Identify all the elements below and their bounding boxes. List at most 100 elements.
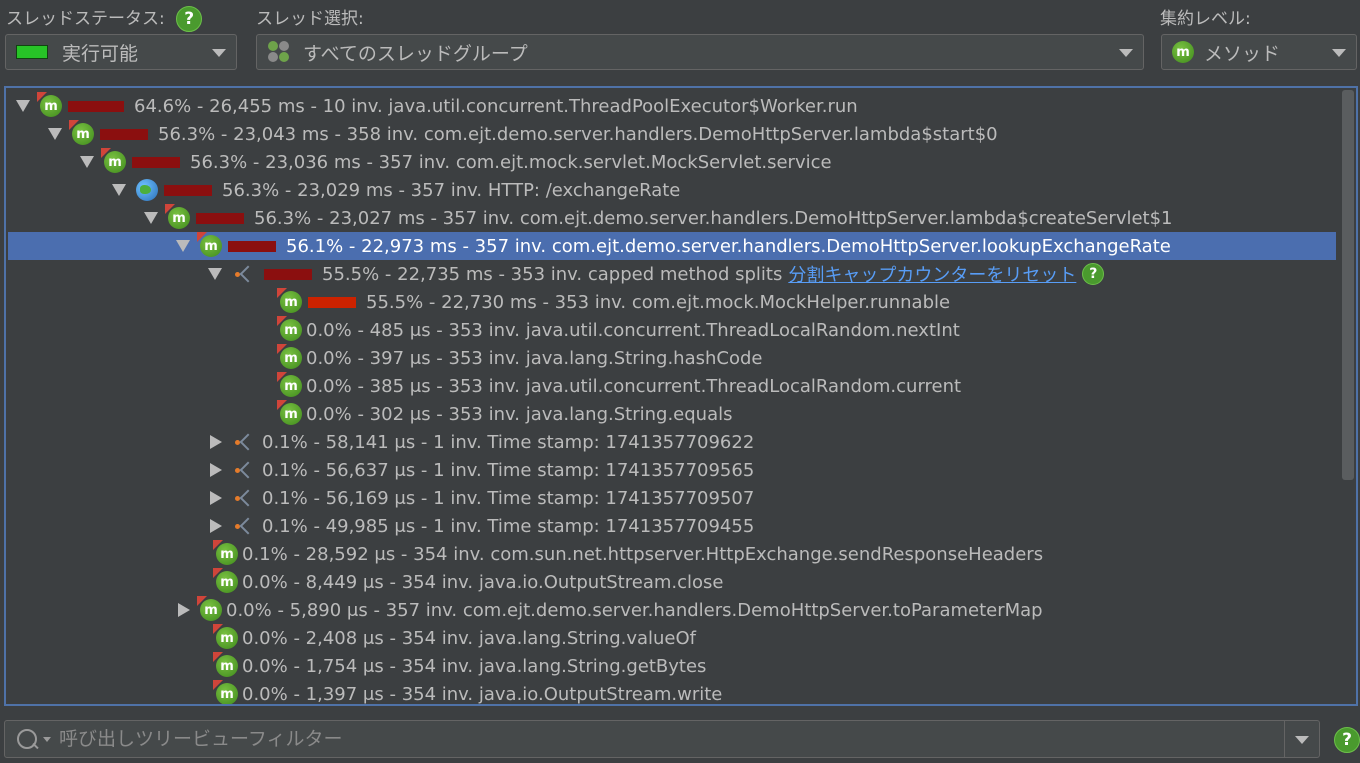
tree-row[interactable]: m 0.0% - 485 μs - 353 inv. java.util.conc…	[8, 316, 1336, 344]
split-icon	[232, 265, 258, 283]
tree-row[interactable]: m 64.6% - 26,455 ms - 10 inv. java.util.c…	[8, 92, 1336, 120]
tree-row-text: 0.0% - 8,449 μs - 354 inv. java.io.Outpu…	[242, 571, 724, 593]
tree-row[interactable]: m 56.3% - 23,036 ms - 357 inv. com.ejt.mo…	[8, 148, 1336, 176]
percentage-bar	[164, 184, 212, 196]
aggregation-value: メソッド	[1204, 42, 1281, 65]
collapse-toggle-icon[interactable]	[112, 184, 126, 196]
tree-row[interactable]: 55.5% - 22,735 ms - 353 inv. capped meth…	[8, 260, 1336, 288]
tree-row-text: 0.1% - 56,637 μs - 1 inv. Time stamp: 17…	[262, 459, 755, 481]
tree-row[interactable]: 0.1% - 56,637 μs - 1 inv. Time stamp: 17…	[8, 456, 1336, 484]
tree-row-text: 56.3% - 23,027 ms - 357 inv. com.ejt.dem…	[254, 207, 1173, 229]
tree-row[interactable]: m 0.0% - 1,754 μs - 354 inv. java.lang.St…	[8, 652, 1336, 680]
thread-select-combo[interactable]: すべてのスレッドグループ	[256, 34, 1144, 70]
thread-status-label-text: スレッドステータス:	[6, 9, 165, 29]
thread-select-value: すべてのスレッドグループ	[303, 42, 528, 65]
filter-input[interactable]	[57, 727, 1284, 751]
tree-row[interactable]: m 0.0% - 302 μs - 353 inv. java.lang.Stri…	[8, 400, 1336, 428]
tree-row-text: 0.0% - 1,754 μs - 354 inv. java.lang.Str…	[242, 655, 707, 677]
method-icon: m	[101, 148, 126, 173]
thread-status-combo[interactable]: 実行可能	[5, 34, 237, 70]
tree-row-text: 0.1% - 28,592 μs - 354 inv. com.sun.net.…	[242, 543, 1044, 565]
tree-filter	[4, 720, 1320, 758]
method-icon: m	[37, 92, 62, 117]
tree-row[interactable]: 56.3% - 23,029 ms - 357 inv. HTTP: /exch…	[8, 176, 1336, 204]
tree-row[interactable]: 0.1% - 58,141 μs - 1 inv. Time stamp: 17…	[8, 428, 1336, 456]
tree-row[interactable]: m 0.0% - 397 μs - 353 inv. java.lang.Stri…	[8, 344, 1336, 372]
help-icon[interactable]: ?	[1082, 263, 1105, 285]
collapse-toggle-icon[interactable]	[16, 100, 30, 112]
percentage-bar	[228, 240, 276, 252]
tree-row[interactable]: 0.1% - 49,985 μs - 1 inv. Time stamp: 17…	[8, 512, 1336, 540]
reset-split-cap-link[interactable]: 分割キャップカウンターをリセット	[788, 261, 1076, 287]
help-icon[interactable]: ?	[176, 6, 203, 32]
filter-history-button[interactable]	[1284, 721, 1319, 757]
tree-row-text: 64.6% - 26,455 ms - 10 inv. java.util.co…	[134, 95, 858, 117]
tree-row-text: 0.0% - 385 μs - 353 inv. java.util.concu…	[306, 375, 962, 397]
method-icon: m	[1172, 41, 1194, 63]
percentage-bar	[132, 156, 180, 168]
tree-row-text: 0.0% - 2,408 μs - 354 inv. java.lang.Str…	[242, 627, 697, 649]
tree-row[interactable]: m 56.3% - 23,043 ms - 358 inv. com.ejt.de…	[8, 120, 1336, 148]
split-icon	[232, 433, 258, 451]
method-icon: m	[213, 624, 238, 649]
thread-status-label: スレッドステータス: ?	[6, 4, 203, 32]
expand-toggle-icon[interactable]	[210, 435, 222, 449]
expand-toggle-icon[interactable]	[210, 491, 222, 505]
percentage-bar	[196, 212, 244, 224]
method-icon: m	[277, 344, 302, 369]
tree-row-text: 0.0% - 1,397 μs - 354 inv. java.io.Outpu…	[242, 683, 723, 705]
expand-toggle-icon[interactable]	[210, 519, 222, 533]
tree-row[interactable]: m 0.0% - 2,408 μs - 354 inv. java.lang.St…	[8, 624, 1336, 652]
globe-icon	[136, 179, 158, 201]
help-icon[interactable]: ?	[1334, 727, 1360, 753]
thread-group-icon	[267, 40, 291, 64]
chevron-down-icon[interactable]	[43, 736, 51, 742]
tree-row[interactable]: m 55.5% - 22,730 ms - 353 inv. com.ejt.mo…	[8, 288, 1336, 316]
tree-row[interactable]: 0.1% - 56,169 μs - 1 inv. Time stamp: 17…	[8, 484, 1336, 512]
aggregation-combo[interactable]: m メソッド	[1161, 34, 1357, 70]
tree-row[interactable]: m 0.0% - 8,449 μs - 354 inv. java.io.Outp…	[8, 568, 1336, 596]
percentage-bar	[308, 296, 356, 308]
expand-toggle-icon[interactable]	[178, 603, 190, 617]
tree-row[interactable]: m 0.0% - 5,890 μs - 357 inv. com.ejt.demo…	[8, 596, 1336, 624]
tree-row-text: 0.0% - 302 μs - 353 inv. java.lang.Strin…	[306, 403, 733, 425]
call-tree[interactable]: m 64.6% - 26,455 ms - 10 inv. java.util.c…	[4, 86, 1358, 706]
split-icon	[232, 517, 258, 535]
split-icon	[232, 489, 258, 507]
search-icon[interactable]	[17, 729, 37, 749]
chevron-down-icon	[212, 49, 226, 57]
tree-row-text: 56.3% - 23,036 ms - 357 inv. com.ejt.moc…	[190, 151, 832, 173]
method-icon: m	[197, 596, 222, 621]
aggregation-label: 集約レベル:	[1160, 9, 1251, 29]
method-icon: m	[213, 652, 238, 677]
collapse-toggle-icon[interactable]	[80, 156, 94, 168]
tree-row[interactable]: m 56.1% - 22,973 ms - 357 inv. com.ejt.de…	[8, 232, 1336, 260]
method-icon: m	[213, 540, 238, 565]
collapse-toggle-icon[interactable]	[176, 240, 190, 252]
collapse-toggle-icon[interactable]	[208, 268, 222, 280]
tree-row[interactable]: m 0.0% - 385 μs - 353 inv. java.util.conc…	[8, 372, 1336, 400]
tree-row[interactable]: m 0.0% - 1,397 μs - 354 inv. java.io.Outp…	[8, 680, 1336, 705]
tree-row[interactable]: m 0.1% - 28,592 μs - 354 inv. com.sun.net…	[8, 540, 1336, 568]
vertical-scrollbar[interactable]	[1342, 90, 1354, 480]
method-icon: m	[197, 232, 222, 257]
method-icon: m	[165, 204, 190, 229]
collapse-toggle-icon[interactable]	[144, 212, 158, 224]
method-icon: m	[277, 372, 302, 397]
runnable-status-icon	[16, 45, 48, 59]
thread-select-label: スレッド選択:	[256, 9, 364, 29]
percentage-bar	[100, 128, 148, 140]
thread-status-value: 実行可能	[62, 42, 139, 65]
method-icon: m	[277, 400, 302, 425]
method-icon: m	[213, 568, 238, 593]
tree-row-text: 0.1% - 58,141 μs - 1 inv. Time stamp: 17…	[262, 431, 755, 453]
expand-toggle-icon[interactable]	[210, 463, 222, 477]
tree-row[interactable]: m 56.3% - 23,027 ms - 357 inv. com.ejt.de…	[8, 204, 1336, 232]
method-icon: m	[69, 120, 94, 145]
method-icon: m	[213, 680, 238, 704]
collapse-toggle-icon[interactable]	[48, 128, 62, 140]
tree-row-text: 56.3% - 23,029 ms - 357 inv. HTTP: /exch…	[222, 179, 681, 201]
split-icon	[232, 461, 258, 479]
tree-row-text: 56.3% - 23,043 ms - 358 inv. com.ejt.dem…	[158, 123, 998, 145]
chevron-down-icon	[1332, 49, 1346, 57]
